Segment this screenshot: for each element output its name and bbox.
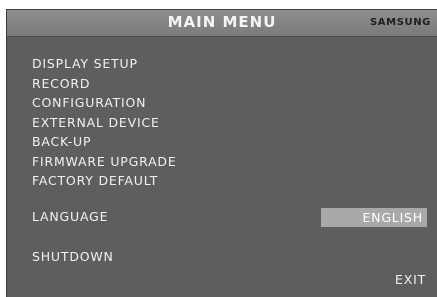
title-bar: MAIN MENU SAMSUNG xyxy=(7,10,437,37)
menu-item-external-device[interactable]: EXTERNAL DEVICE xyxy=(32,113,177,133)
brand-logo: SAMSUNG xyxy=(370,17,431,28)
main-menu-screen: MAIN MENU SAMSUNG DISPLAY SETUP RECORD C… xyxy=(6,9,437,297)
language-label: LANGUAGE xyxy=(32,209,109,224)
menu-list: DISPLAY SETUP RECORD CONFIGURATION EXTER… xyxy=(32,54,177,191)
menu-item-configuration[interactable]: CONFIGURATION xyxy=(32,93,177,113)
menu-item-record[interactable]: RECORD xyxy=(32,74,177,94)
language-select[interactable]: ENGLISH xyxy=(321,208,427,227)
menu-item-back-up[interactable]: BACK-UP xyxy=(32,132,177,152)
menu-item-factory-default[interactable]: FACTORY DEFAULT xyxy=(32,171,177,191)
exit-button[interactable]: EXIT xyxy=(395,272,426,287)
menu-item-firmware-upgrade[interactable]: FIRMWARE UPGRADE xyxy=(32,152,177,172)
shutdown-button[interactable]: SHUTDOWN xyxy=(32,249,114,264)
menu-item-display-setup[interactable]: DISPLAY SETUP xyxy=(32,54,177,74)
